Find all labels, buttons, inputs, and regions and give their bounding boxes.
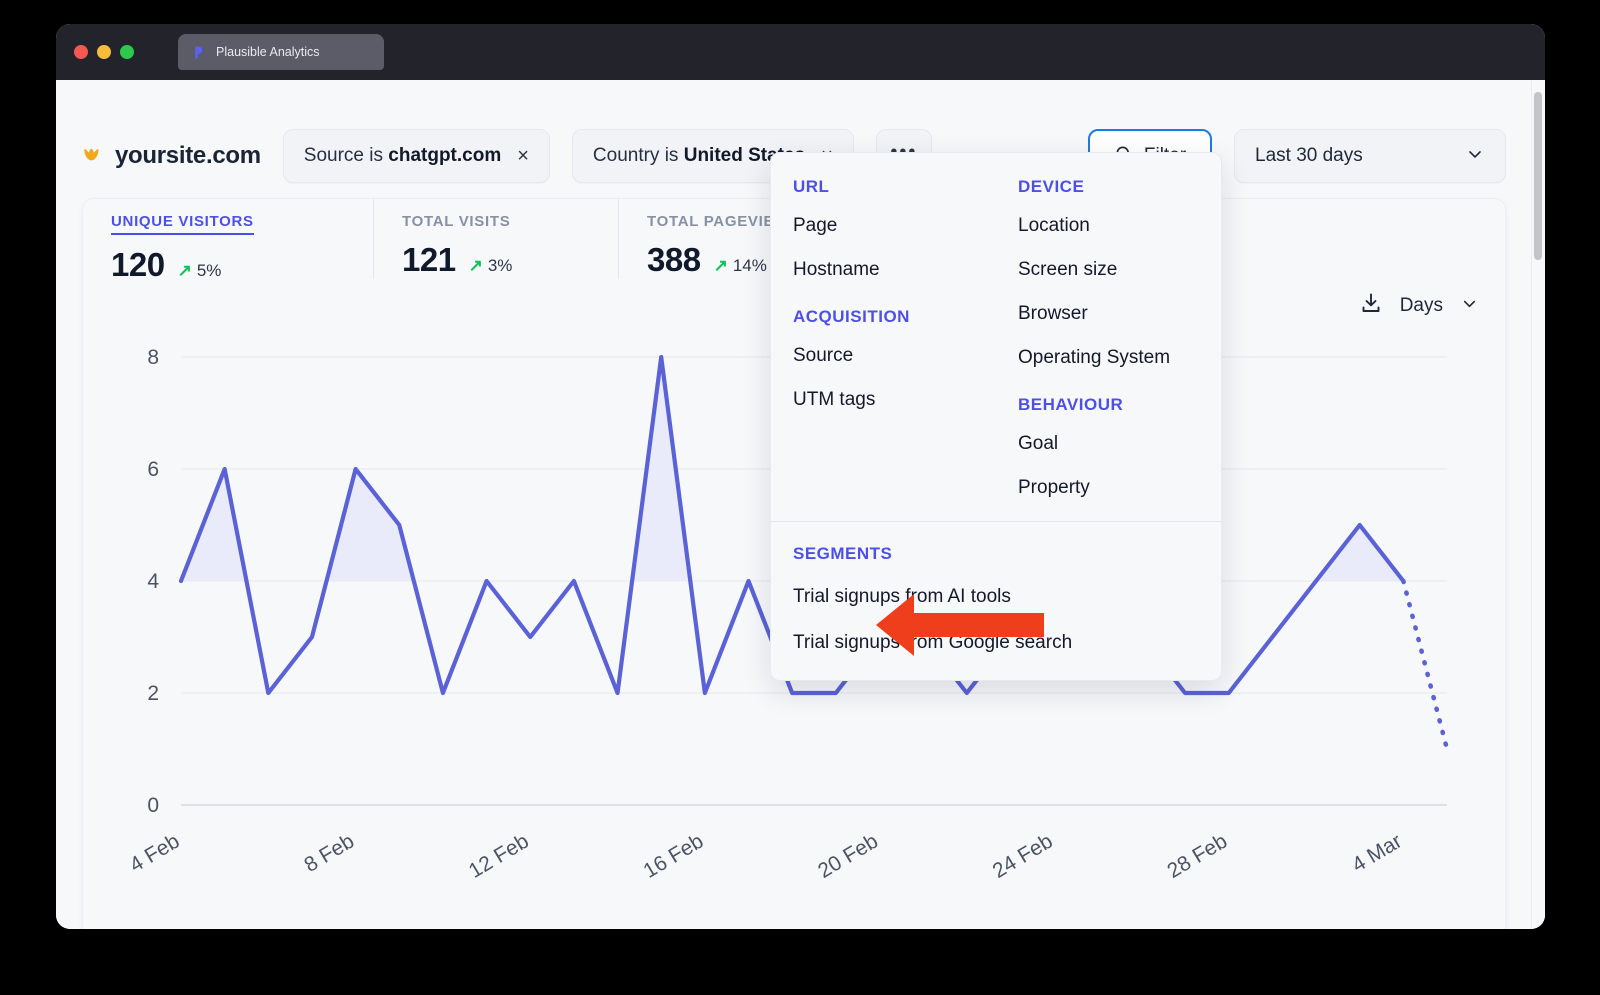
chart-x-tick: 28 Feb xyxy=(1163,830,1231,883)
page-scrollbar[interactable] xyxy=(1531,80,1545,929)
metric-total-visits[interactable]: TOTAL VISITS 121 ↗3% xyxy=(373,199,618,279)
date-range-label: Last 30 days xyxy=(1255,145,1363,167)
minimize-window-button[interactable] xyxy=(97,45,111,59)
metric-label: TOTAL VISITS xyxy=(402,213,590,230)
page-viewport: yoursite.com Source is chatgpt.com × Cou… xyxy=(56,80,1545,929)
traffic-lights xyxy=(74,45,134,59)
menu-item-source[interactable]: Source xyxy=(793,345,996,367)
metric-value: 388 xyxy=(647,241,701,279)
browser-tab[interactable]: Plausible Analytics xyxy=(178,34,384,70)
browser-titlebar: Plausible Analytics xyxy=(56,24,1545,80)
chart-x-tick: 8 Feb xyxy=(300,830,358,877)
menu-item-location[interactable]: Location xyxy=(1018,215,1221,237)
trend-up-icon: ↗ xyxy=(469,256,483,276)
metric-value: 120 xyxy=(111,246,165,284)
menu-item-goal[interactable]: Goal xyxy=(1018,433,1221,455)
metric-change: ↗5% xyxy=(178,261,222,281)
chart-x-tick: 4 Feb xyxy=(126,830,184,877)
chart-y-axis-labels: 0 2 4 6 8 xyxy=(147,346,159,817)
menu-item-utm-tags[interactable]: UTM tags xyxy=(793,389,996,411)
metric-change: ↗14% xyxy=(714,256,767,276)
chart-x-tick: 4 Mar xyxy=(1348,830,1406,877)
menu-item-segment-google-search[interactable]: Trial signups from Google search xyxy=(793,632,1221,654)
menu-item-operating-system[interactable]: Operating System xyxy=(1018,347,1221,369)
metric-change-value: 3% xyxy=(488,256,513,276)
menu-item-page[interactable]: Page xyxy=(793,215,996,237)
browser-tab-title: Plausible Analytics xyxy=(216,45,320,59)
group-heading-device: DEVICE xyxy=(1018,177,1221,197)
chart-x-tick: 20 Feb xyxy=(814,830,882,883)
group-heading-acquisition: ACQUISITION xyxy=(793,307,996,327)
plausible-logo-icon xyxy=(190,44,206,60)
filter-dropdown-menu[interactable]: URL Page Hostname ACQUISITION Source UTM… xyxy=(770,152,1222,681)
segments-section: SEGMENTS Trial signups from AI tools Tri… xyxy=(771,522,1221,678)
chart-y-tick: 0 xyxy=(147,794,159,817)
metric-unique-visitors[interactable]: UNIQUE VISITORS 120 ↗5% xyxy=(83,199,373,284)
menu-item-browser[interactable]: Browser xyxy=(1018,303,1221,325)
chart-tools: Days xyxy=(1359,291,1479,320)
site-identity[interactable]: yoursite.com xyxy=(82,142,261,170)
chart-y-tick: 6 xyxy=(147,458,159,481)
menu-item-property[interactable]: Property xyxy=(1018,477,1221,499)
menu-item-segment-ai-tools[interactable]: Trial signups from AI tools xyxy=(793,586,1221,608)
chevron-down-icon[interactable] xyxy=(1460,294,1479,318)
metric-label: UNIQUE VISITORS xyxy=(111,213,254,235)
menu-item-screen-size[interactable]: Screen size xyxy=(1018,259,1221,281)
browser-window: Plausible Analytics yoursite.com Source … xyxy=(56,24,1545,929)
filter-pill-source[interactable]: Source is chatgpt.com × xyxy=(283,129,550,183)
maximize-window-button[interactable] xyxy=(120,45,134,59)
date-range-selector[interactable]: Last 30 days xyxy=(1234,129,1506,183)
page-scrollbar-thumb[interactable] xyxy=(1534,92,1542,260)
metric-change-value: 14% xyxy=(733,256,767,276)
trend-up-icon: ↗ xyxy=(714,256,728,276)
site-name: yoursite.com xyxy=(115,142,261,170)
close-window-button[interactable] xyxy=(74,45,88,59)
group-heading-behaviour: BEHAVIOUR xyxy=(1018,395,1221,415)
chart-x-tick: 12 Feb xyxy=(465,830,533,883)
filter-dropdown-column-right: DEVICE Location Screen size Browser Oper… xyxy=(996,177,1221,499)
filter-pill-source-text: Source is chatgpt.com xyxy=(304,145,501,167)
chevron-down-icon xyxy=(1465,144,1485,169)
chart-x-axis-labels: 4 Feb 8 Feb 12 Feb 16 Feb 20 Feb 24 Feb 28 Feb… xyxy=(126,830,1406,883)
metric-change: ↗3% xyxy=(469,256,513,276)
chart-y-tick: 2 xyxy=(147,682,159,705)
chart-y-tick: 8 xyxy=(147,346,159,369)
group-heading-segments: SEGMENTS xyxy=(793,544,1221,564)
metric-change-value: 5% xyxy=(197,261,222,281)
group-heading-url: URL xyxy=(793,177,996,197)
download-icon[interactable] xyxy=(1359,291,1383,320)
menu-item-hostname[interactable]: Hostname xyxy=(793,259,996,281)
chart-x-tick: 24 Feb xyxy=(989,830,1057,883)
site-favicon-icon xyxy=(82,143,104,170)
chart-x-tick: 16 Feb xyxy=(640,830,708,883)
filter-dropdown-column-left: URL Page Hostname ACQUISITION Source UTM… xyxy=(771,177,996,499)
metric-value: 121 xyxy=(402,241,456,279)
chart-y-tick: 4 xyxy=(147,570,159,593)
chart-projection-line xyxy=(1403,581,1447,749)
trend-up-icon: ↗ xyxy=(178,261,192,281)
remove-filter-source-icon[interactable]: × xyxy=(517,146,529,166)
filter-dropdown-columns: URL Page Hostname ACQUISITION Source UTM… xyxy=(771,153,1221,521)
chart-interval-label: Days xyxy=(1400,295,1443,317)
